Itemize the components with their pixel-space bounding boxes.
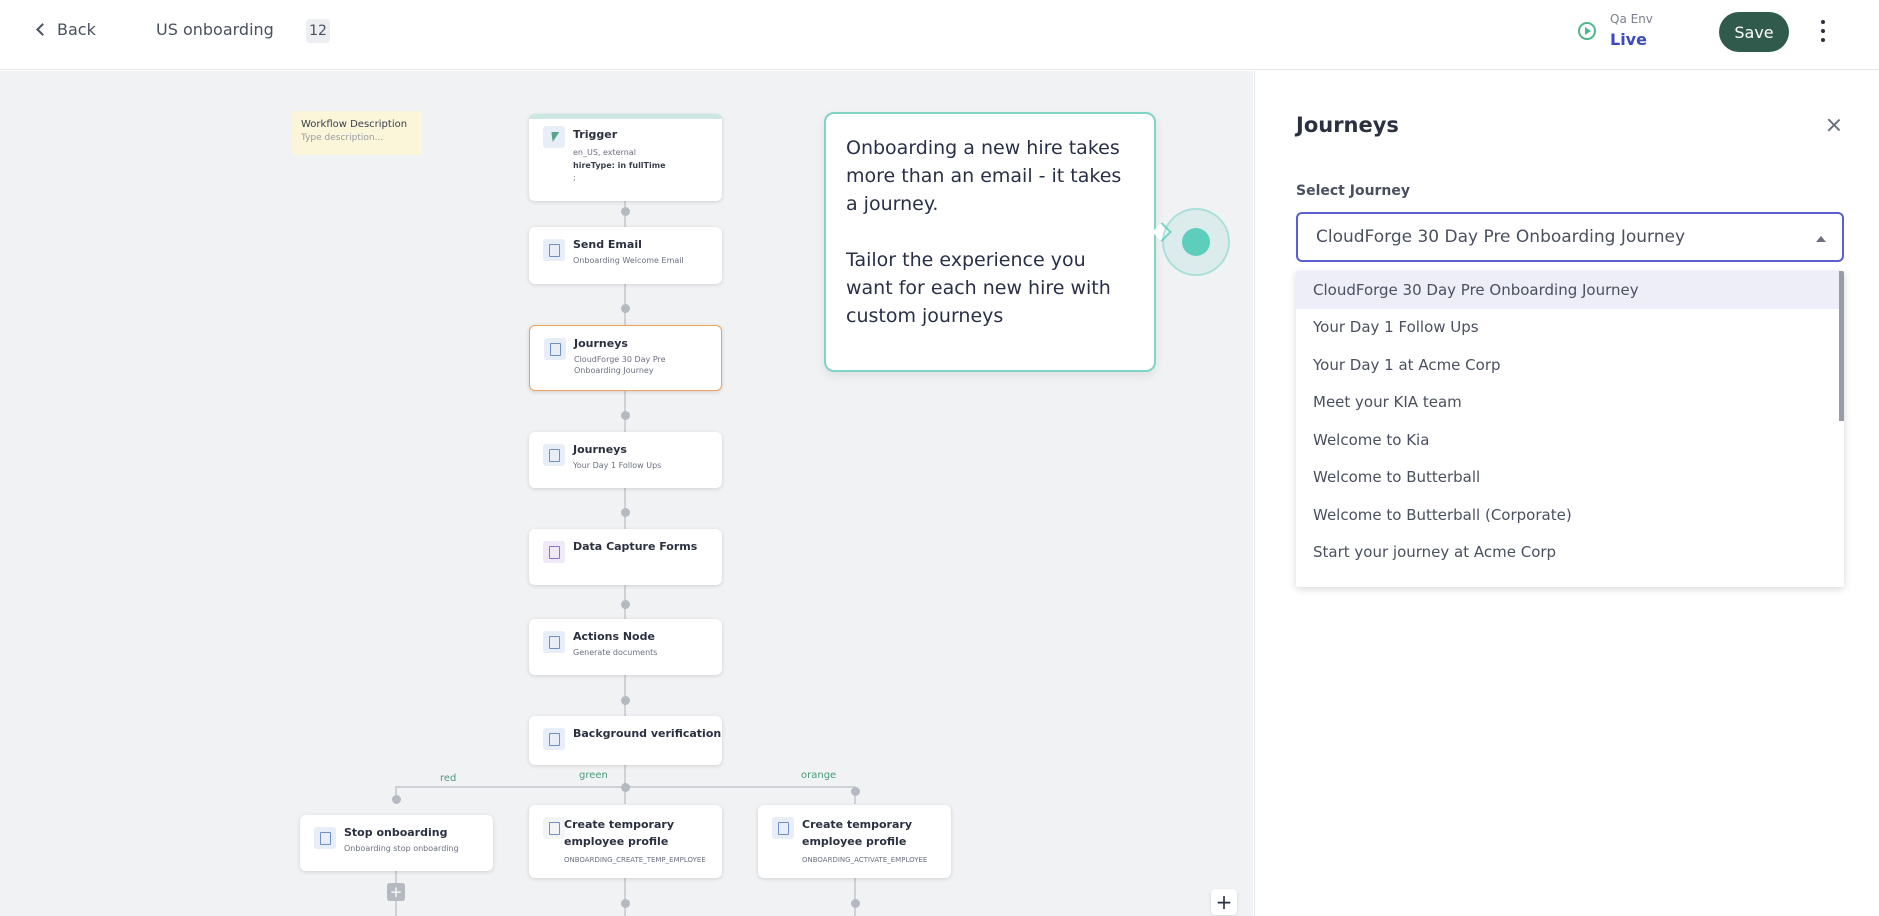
node-subtitle: ONBOARDING_ACTIVATE_EMPLOYEE — [802, 856, 928, 864]
node-subtitle: ONBOARDING_CREATE_TEMP_EMPLOYEE — [564, 856, 706, 864]
connector-dot — [851, 787, 860, 796]
create-temp-profile-node[interactable]: Create temporary employee profile ONBOAR… — [529, 805, 722, 878]
zoom-in-icon[interactable]: + — [1211, 889, 1237, 915]
document-icon — [543, 817, 565, 839]
connector-dot — [621, 508, 630, 517]
lightning-icon — [543, 126, 565, 148]
workflow-canvas[interactable]: Workflow Description Type description...… — [0, 71, 1253, 916]
journeys-node-selected[interactable]: Journeys CloudForge 30 Day Pre Onboardin… — [529, 325, 722, 391]
note-placeholder: Type description... — [301, 133, 384, 143]
node-title: Journeys — [573, 443, 627, 456]
node-title: Stop onboarding — [344, 826, 448, 839]
document-icon — [314, 827, 336, 849]
node-title: Data Capture Forms — [573, 540, 698, 553]
document-icon — [543, 239, 565, 261]
selected-journey: CloudForge 30 Day Pre Onboarding Journey — [1316, 227, 1686, 247]
journey-select[interactable]: CloudForge 30 Day Pre Onboarding Journey — [1296, 212, 1844, 262]
journey-option[interactable]: Welcome to Butterball (Corporate) — [1296, 496, 1844, 534]
connector-dot — [392, 795, 401, 804]
onboarding-tooltip: Onboarding a new hire takes more than an… — [824, 112, 1156, 372]
node-title: Background verification — [573, 727, 722, 740]
node-line: ; — [573, 173, 576, 182]
node-title: Journeys — [574, 337, 628, 350]
journey-option[interactable]: Welcome to Kia — [1296, 421, 1844, 459]
chevron-left-icon — [36, 23, 49, 36]
stop-onboarding-node[interactable]: Stop onboarding Onboarding stop onboardi… — [300, 815, 493, 871]
top-bar: Back US onboarding 12 Qa Env Live Save — [0, 0, 1879, 70]
document-icon — [544, 338, 566, 360]
connector-dot — [621, 207, 630, 216]
node-subtitle: CloudForge 30 Day Pre Onboarding Journey — [574, 355, 666, 375]
branch-label-green: green — [579, 770, 608, 781]
trigger-node[interactable]: Trigger en_US, external hireType: in ful… — [529, 114, 722, 201]
tour-beacon-dot[interactable] — [1182, 228, 1210, 256]
node-title: Create temporary employee profile — [564, 818, 674, 848]
connector-dot — [621, 304, 630, 313]
journey-option[interactable]: Welcome to Butterball — [1296, 459, 1844, 497]
send-email-node[interactable]: Send Email Onboarding Welcome Email — [529, 227, 722, 284]
tooltip-text-2: Tailor the experience you want for each … — [846, 249, 1111, 327]
document-icon — [543, 444, 565, 466]
node-subtitle: Generate documents — [573, 648, 658, 657]
journey-option[interactable]: Start your journey at Acme Corp — [1296, 534, 1844, 572]
journey-dropdown: CloudForge 30 Day Pre Onboarding Journey… — [1296, 271, 1844, 587]
branch-label-orange: orange — [801, 770, 837, 781]
actions-node[interactable]: Actions Node Generate documents — [529, 619, 722, 675]
note-title: Workflow Description — [301, 119, 408, 130]
panel-title: Journeys — [1296, 113, 1399, 137]
form-icon — [543, 541, 565, 563]
connector-dot — [621, 600, 630, 609]
document-icon — [772, 817, 794, 839]
branch-label-red: red — [440, 773, 457, 784]
env-status: Live — [1610, 30, 1647, 49]
journey-option[interactable]: Meet your KIA team — [1296, 384, 1844, 422]
node-line: hireType: in fullTime — [573, 161, 666, 170]
env-name: Qa Env — [1610, 12, 1653, 26]
journey-option[interactable]: CloudForge 30 Day Pre Onboarding Journey — [1296, 271, 1844, 309]
tooltip-text-1: Onboarding a new hire takes more than an… — [846, 137, 1122, 215]
close-icon[interactable] — [1826, 117, 1842, 133]
journey-option[interactable]: Your Day 1 Follow Ups — [1296, 309, 1844, 347]
connector-dot — [621, 783, 630, 792]
connector-dot — [621, 411, 630, 420]
more-options-icon[interactable] — [1817, 20, 1829, 42]
add-node-icon[interactable]: + — [387, 883, 405, 901]
node-subtitle: Onboarding Welcome Email — [573, 256, 684, 265]
connector-dot — [621, 899, 630, 908]
journeys-panel: Journeys Select Journey CloudForge 30 Da… — [1254, 71, 1879, 916]
workflow-title[interactable]: US onboarding — [156, 20, 274, 39]
node-subtitle: Onboarding stop onboarding — [344, 844, 459, 853]
connector-dot — [621, 696, 630, 705]
document-icon — [543, 728, 565, 750]
workflow-count-badge: 12 — [306, 19, 330, 43]
caret-up-icon — [1816, 236, 1826, 242]
node-line: en_US, external — [573, 148, 636, 157]
back-button[interactable]: Back — [36, 20, 96, 39]
journey-option[interactable]: Your Day 1 at Acme Corp — [1296, 346, 1844, 384]
dropdown-scrollbar[interactable] — [1839, 271, 1844, 421]
node-subtitle: Your Day 1 Follow Ups — [573, 461, 662, 470]
data-capture-forms-node[interactable]: Data Capture Forms — [529, 529, 722, 585]
document-icon — [543, 631, 565, 653]
node-title: Trigger — [573, 128, 618, 141]
background-verification-node[interactable]: Background verification — [529, 716, 722, 765]
back-label: Back — [57, 20, 96, 39]
journeys-node[interactable]: Journeys Your Day 1 Follow Ups — [529, 432, 722, 488]
node-title: Send Email — [573, 238, 642, 251]
node-title: Actions Node — [573, 630, 655, 643]
save-button[interactable]: Save — [1719, 12, 1789, 52]
node-title: Create temporary employee profile — [802, 818, 912, 848]
workflow-description-note[interactable]: Workflow Description Type description... — [292, 111, 422, 155]
connector-dot — [851, 899, 860, 908]
select-journey-label: Select Journey — [1296, 183, 1411, 199]
play-icon — [1578, 22, 1596, 40]
create-temp-profile-node-activate[interactable]: Create temporary employee profile ONBOAR… — [758, 805, 951, 878]
